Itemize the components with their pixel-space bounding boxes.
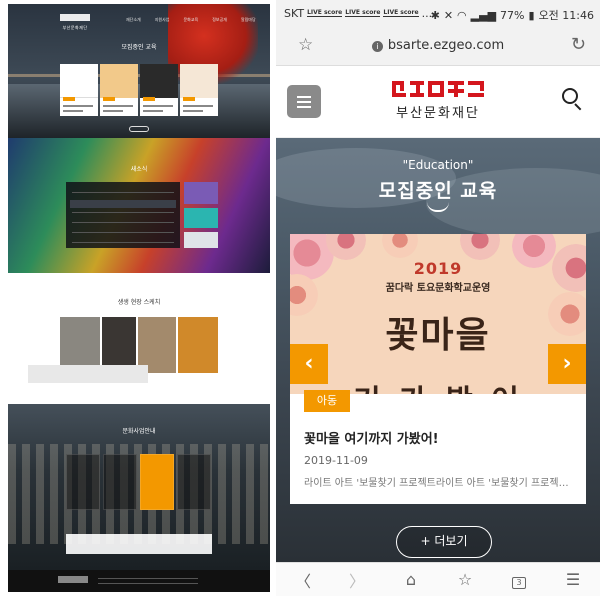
battery-icon: ▮	[528, 8, 535, 22]
desktop-side-banner[interactable]	[184, 182, 218, 204]
desktop-menu-item[interactable]: 알림마당	[241, 17, 256, 23]
clock: 오전 11:46	[538, 9, 594, 22]
desktop-education-card[interactable]	[60, 64, 98, 116]
desktop-more-button[interactable]	[129, 126, 149, 132]
more-button[interactable]: + 더보기	[396, 526, 492, 558]
brand-logo-icon	[60, 14, 90, 21]
desktop-notice-panel	[66, 182, 180, 248]
desktop-menu-item[interactable]: 문화교육	[183, 17, 198, 23]
mute-icon: ✕	[443, 8, 454, 22]
info-icon[interactable]: i	[371, 41, 383, 52]
url-text: bsarte.ezgeo.com	[387, 38, 505, 53]
menu-icon[interactable]: ☰	[558, 570, 588, 589]
bookmarks-icon[interactable]: ☆	[450, 570, 480, 589]
poster-year: 2019	[413, 259, 463, 278]
desktop-sketch-section: 생생 현장 스케치	[8, 273, 270, 404]
desktop-education-card[interactable]	[100, 64, 138, 116]
browser-url-bar: ☆ i bsarte.ezgeo.com ↻	[276, 26, 600, 66]
card-description: 라이트 아트 '보물찾기 프로젝트라이트 아트 '보물찾기 프로젝…	[304, 478, 569, 489]
desktop-menu-item[interactable]: 정보공개	[212, 17, 227, 23]
live-score-badge: LIVE score	[307, 9, 343, 17]
desktop-sketch-title: 생생 현장 스케치	[117, 299, 161, 306]
search-icon[interactable]	[562, 88, 586, 112]
status-bar: SKT LIVE score LIVE score LIVE score ...…	[276, 0, 600, 26]
poster-headline: 꽃마을	[385, 315, 491, 356]
wifi-icon: ◠	[457, 8, 467, 22]
desktop-side-banner[interactable]	[184, 208, 218, 228]
battery-level: 77%	[500, 8, 525, 22]
site-header: 부산문화재단	[276, 66, 600, 138]
education-poster[interactable]: 2019 꿈다락 토요문화학교운영 꽃마을 기 가 봤 어	[290, 234, 586, 394]
tabs-button[interactable]: 3	[504, 570, 534, 589]
desktop-side-banner[interactable]	[184, 232, 218, 248]
mobile-screenshot: SKT LIVE score LIVE score LIVE score ...…	[276, 0, 600, 596]
education-hero: "Education" 모집중인 교육 2019 꿈다락 토요문화학교운영 꽃마…	[276, 138, 600, 562]
desktop-culture-tile[interactable]	[177, 454, 211, 510]
live-score-badge: LIVE score	[345, 9, 381, 17]
carousel-next-button[interactable]: ›	[548, 344, 586, 384]
desktop-education-card[interactable]	[140, 64, 178, 116]
desktop-menu-item[interactable]: 재단소개	[126, 17, 141, 23]
desktop-notice-title: 새소식	[130, 166, 148, 173]
desktop-culture-tile[interactable]	[66, 454, 100, 510]
desktop-culture-section: 문화사업안내	[8, 404, 270, 570]
ghost-logo-icon	[28, 365, 148, 383]
site-logo[interactable]: 부산문화재단	[276, 78, 600, 122]
desktop-partner-strip	[66, 534, 212, 554]
poster-program: 꿈다락 토요문화학교운영	[385, 283, 491, 294]
desktop-menu-item[interactable]: 지원사업	[155, 17, 170, 23]
footer-logo-icon	[58, 576, 88, 583]
desktop-education-card[interactable]	[180, 64, 218, 116]
live-score-badge: LIVE score	[383, 9, 419, 17]
card-date: 2019-11-09	[304, 454, 368, 467]
card-title[interactable]: 꽃마을 여기까지 가봤어!	[304, 428, 439, 447]
desktop-nav: 부산문화재단 재단소개 지원사업 문화교육 정보공개 알림마당	[8, 10, 270, 30]
hero-title: 모집중인 교육	[378, 180, 498, 202]
hero-subtitle: "Education"	[402, 158, 474, 172]
desktop-culture-tile[interactable]	[103, 454, 137, 510]
flower-decoration	[382, 234, 418, 258]
back-icon[interactable]: 〈	[288, 568, 318, 592]
desktop-education-title: 모집중인 교육	[121, 44, 157, 51]
flower-decoration	[460, 234, 500, 260]
bluetooth-icon: ✱	[430, 8, 440, 22]
education-card[interactable]: 2019 꿈다락 토요문화학교운영 꽃마을 기 가 봤 어 ‹ › 아동 꽃마을…	[290, 234, 586, 504]
category-badge: 아동	[304, 390, 350, 412]
desktop-culture-title: 문화사업안내	[122, 428, 156, 435]
desktop-logo[interactable]: 부산문화재단	[60, 14, 90, 31]
desktop-menu: 재단소개 지원사업 문화교육 정보공개 알림마당	[126, 17, 256, 23]
desktop-screenshot: 부산문화재단 재단소개 지원사업 문화교육 정보공개 알림마당 모집중인 교육	[8, 4, 270, 592]
site-logo-korean: 부산문화재단	[396, 106, 480, 121]
carousel-prev-button[interactable]: ‹	[290, 344, 328, 384]
forward-icon[interactable]: 〉	[342, 568, 372, 592]
desktop-notice-section: 새소식	[8, 138, 270, 273]
home-icon[interactable]: ⌂	[396, 570, 426, 589]
browser-bottom-nav: 〈 〉 ⌂ ☆ 3 ☰	[276, 562, 600, 596]
brand-logo-icon	[392, 81, 484, 97]
desktop-sketch-photo[interactable]	[178, 317, 218, 373]
desktop-culture-tile-active[interactable]	[140, 454, 174, 510]
tabs-icon: 3	[512, 577, 526, 589]
reload-icon[interactable]: ↻	[571, 34, 586, 55]
signal-icon: ▂▄▆	[470, 8, 497, 22]
url-field[interactable]: i bsarte.ezgeo.com	[276, 38, 600, 53]
carrier-label: SKT	[284, 7, 305, 20]
desktop-footer	[8, 570, 270, 592]
desktop-hero-section: 부산문화재단 재단소개 지원사업 문화교육 정보공개 알림마당 모집중인 교육	[8, 4, 270, 138]
